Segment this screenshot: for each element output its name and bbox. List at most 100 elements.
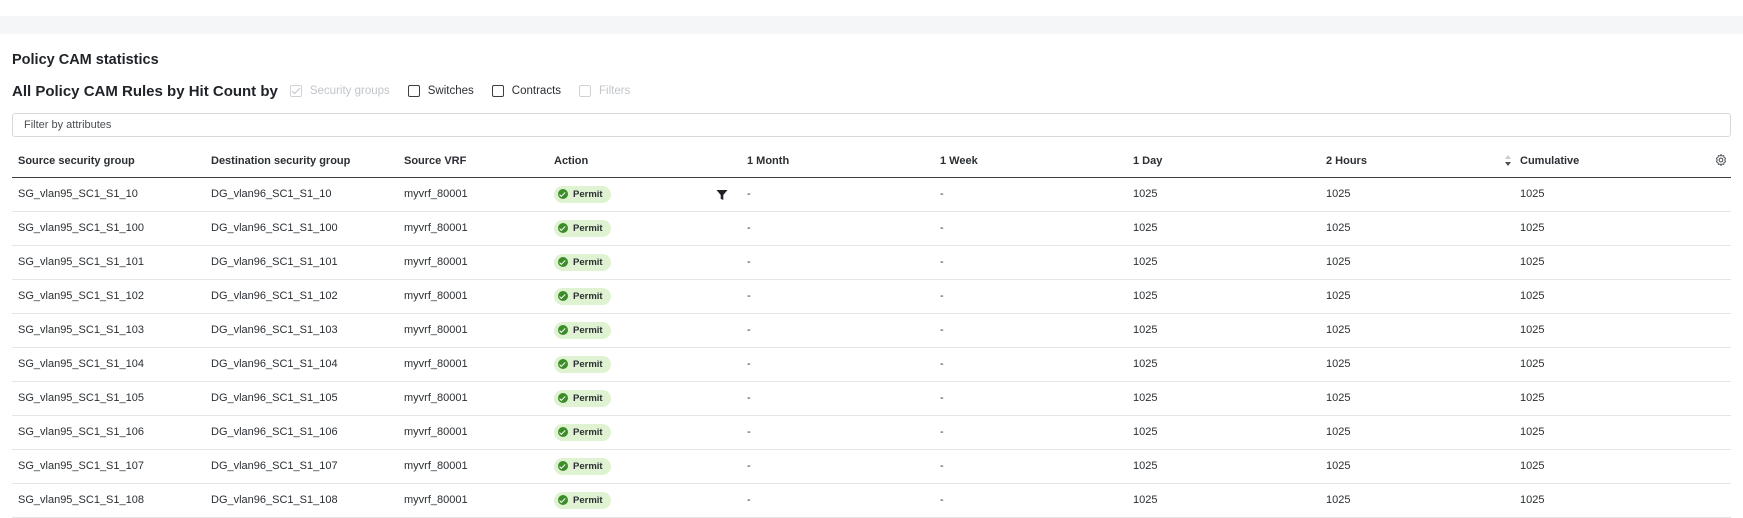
policy-cam-table: Source security group Destination securi… [12,150,1731,518]
status-badge: Permit [554,457,611,475]
checkbox-box[interactable] [491,85,504,97]
cell-1-week: - [940,290,944,302]
cell-source-vrf: myvrf_80001 [404,392,468,404]
status-badge: Permit [554,491,611,509]
column-header-dest-sg[interactable]: Destination security group [211,150,350,177]
cell-action: Permit [554,212,611,245]
cell-1-day: 1025 [1133,392,1158,404]
cell-source-sg: SG_vlan95_SC1_S1_106 [18,426,144,438]
status-badge: Permit [554,321,611,339]
cell-1-month: - [747,426,751,438]
badge-label: Permit [573,324,603,336]
funnel-icon[interactable] [716,189,728,201]
status-badge: Permit [554,185,611,203]
cell-source-vrf: myvrf_80001 [404,358,468,370]
cell-dest-sg: DG_vlan96_SC1_S1_101 [211,256,338,268]
cell-cumulative: 1025 [1520,290,1545,302]
column-header-action[interactable]: Action [554,150,588,177]
check-circle-icon [558,461,568,472]
table-header: Source security group Destination securi… [12,150,1731,178]
table-row[interactable]: SG_vlan95_SC1_S1_100 DG_vlan96_SC1_S1_10… [12,212,1731,246]
cell-action: Permit [554,484,611,517]
cell-1-day: 1025 [1133,494,1158,506]
cell-action: Permit [554,416,611,449]
column-header-source-sg[interactable]: Source security group [18,150,135,177]
cell-cumulative: 1025 [1520,460,1545,472]
badge-label: Permit [573,460,603,472]
status-badge: Permit [554,253,611,271]
cell-cumulative: 1025 [1520,324,1545,336]
cell-1-week: - [940,188,944,200]
badge-label: Permit [573,188,603,200]
cell-action: Permit [554,450,611,483]
cell-1-week: - [940,324,944,336]
status-badge: Permit [554,355,611,373]
checkbox-label: Security groups [309,85,390,97]
cell-1-week: - [940,426,944,438]
table-row[interactable]: SG_vlan95_SC1_S1_10 DG_vlan96_SC1_S1_10 … [12,178,1731,212]
checkbox-box[interactable] [289,85,302,97]
cell-source-sg: SG_vlan95_SC1_S1_103 [18,324,144,336]
cell-1-day: 1025 [1133,222,1158,234]
checkbox-filters[interactable]: Filters [579,85,630,97]
cell-source-sg: SG_vlan95_SC1_S1_10 [18,188,138,200]
column-header-source-vrf[interactable]: Source VRF [404,150,466,177]
cell-dest-sg: DG_vlan96_SC1_S1_105 [211,392,338,404]
checkbox-label: Contracts [511,85,562,97]
cell-1-week: - [940,460,944,472]
column-header-1-day[interactable]: 1 Day [1133,150,1162,177]
cell-1-week: - [940,358,944,370]
cell-1-month: - [747,290,751,302]
cell-1-week: - [940,494,944,506]
checkbox-box[interactable] [407,85,420,97]
column-header-cumulative[interactable]: Cumulative [1520,150,1579,177]
cell-dest-sg: DG_vlan96_SC1_S1_100 [211,222,338,234]
check-circle-icon [558,427,568,438]
cell-1-day: 1025 [1133,324,1158,336]
checkbox-contracts[interactable]: Contracts [491,85,562,97]
cell-source-vrf: myvrf_80001 [404,426,468,438]
cell-action: Permit [554,382,611,415]
cell-cumulative: 1025 [1520,188,1545,200]
cell-1-week: - [940,392,944,404]
status-badge: Permit [554,219,611,237]
column-header-1-month[interactable]: 1 Month [747,150,789,177]
cell-source-vrf: myvrf_80001 [404,324,468,336]
checkbox-switches[interactable]: Switches [407,85,474,97]
sort-desc-icon[interactable] [1504,155,1512,169]
cell-source-vrf: myvrf_80001 [404,256,468,268]
header-spacer [0,16,1743,34]
table-row[interactable]: SG_vlan95_SC1_S1_104 DG_vlan96_SC1_S1_10… [12,348,1731,382]
cell-source-sg: SG_vlan95_SC1_S1_104 [18,358,144,370]
cell-2-hours: 1025 [1326,290,1351,302]
table-row[interactable]: SG_vlan95_SC1_S1_102 DG_vlan96_SC1_S1_10… [12,280,1731,314]
gear-icon[interactable] [1714,153,1728,167]
cell-cumulative: 1025 [1520,392,1545,404]
status-badge: Permit [554,287,611,305]
cell-1-month: - [747,494,751,506]
table-row[interactable]: SG_vlan95_SC1_S1_108 DG_vlan96_SC1_S1_10… [12,484,1731,518]
table-row[interactable]: SG_vlan95_SC1_S1_105 DG_vlan96_SC1_S1_10… [12,382,1731,416]
column-header-2-hours[interactable]: 2 Hours [1326,150,1367,177]
cell-action: Permit [554,246,611,279]
check-circle-icon [558,291,568,302]
cell-1-month: - [747,256,751,268]
cell-dest-sg: DG_vlan96_SC1_S1_108 [211,494,338,506]
column-header-1-week[interactable]: 1 Week [940,150,978,177]
cell-action: Permit [554,348,611,381]
filter-attributes-input[interactable] [12,113,1731,137]
cell-cumulative: 1025 [1520,256,1545,268]
cell-cumulative: 1025 [1520,426,1545,438]
cell-source-sg: SG_vlan95_SC1_S1_100 [18,222,144,234]
table-row[interactable]: SG_vlan95_SC1_S1_107 DG_vlan96_SC1_S1_10… [12,450,1731,484]
checkbox-box[interactable] [579,85,592,97]
checkbox-security-groups[interactable]: Security groups [289,85,390,97]
table-body: SG_vlan95_SC1_S1_10 DG_vlan96_SC1_S1_10 … [12,178,1731,518]
checkmark-icon [291,85,301,95]
check-circle-icon [558,257,568,268]
cell-action: Permit [554,314,611,347]
table-row[interactable]: SG_vlan95_SC1_S1_106 DG_vlan96_SC1_S1_10… [12,416,1731,450]
cell-source-vrf: myvrf_80001 [404,494,468,506]
table-row[interactable]: SG_vlan95_SC1_S1_101 DG_vlan96_SC1_S1_10… [12,246,1731,280]
table-row[interactable]: SG_vlan95_SC1_S1_103 DG_vlan96_SC1_S1_10… [12,314,1731,348]
